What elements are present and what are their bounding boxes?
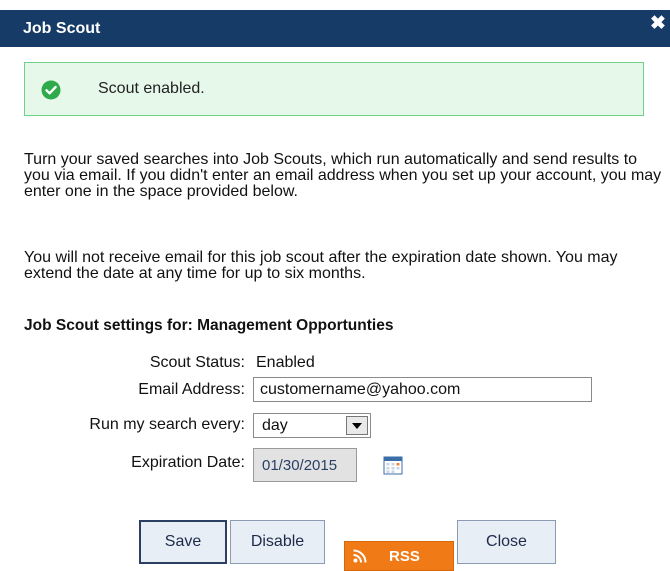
run-frequency-select[interactable]: day [253, 413, 371, 438]
dialog-title: Job Scout [23, 20, 101, 37]
scout-status-value: Enabled [256, 354, 315, 371]
rss-label: RSS [389, 548, 420, 565]
rss-icon [353, 549, 367, 563]
chevron-down-icon[interactable] [346, 416, 368, 435]
settings-heading: Job Scout settings for: Management Oppor… [24, 317, 394, 334]
close-button[interactable]: Close [457, 520, 556, 564]
top-strip [0, 0, 670, 10]
job-scout-dialog: Job Scout ✖ Scout enabled. Turn your sav… [0, 0, 670, 571]
email-address-label: Email Address: [138, 381, 245, 398]
success-alert: Scout enabled. [24, 62, 644, 116]
intro-paragraph: Turn your saved searches into Job Scouts… [24, 151, 662, 200]
save-button[interactable]: Save [139, 520, 227, 564]
email-field[interactable] [253, 377, 592, 402]
run-frequency-label: Run my search every: [89, 416, 245, 433]
check-circle-icon [41, 80, 61, 100]
disable-button[interactable]: Disable [230, 520, 325, 564]
close-icon[interactable]: ✖ [649, 14, 667, 33]
expiration-date-field[interactable] [253, 448, 357, 482]
expiration-date-label: Expiration Date: [131, 454, 245, 471]
dialog-titlebar: Job Scout ✖ [0, 10, 670, 47]
scout-status-label: Scout Status: [149, 354, 245, 371]
expiration-note: You will not receive email for this job … [24, 249, 618, 282]
rss-button[interactable]: RSS [344, 541, 454, 571]
calendar-icon[interactable] [383, 455, 403, 475]
run-frequency-value: day [262, 417, 288, 434]
alert-message: Scout enabled. [98, 80, 205, 97]
